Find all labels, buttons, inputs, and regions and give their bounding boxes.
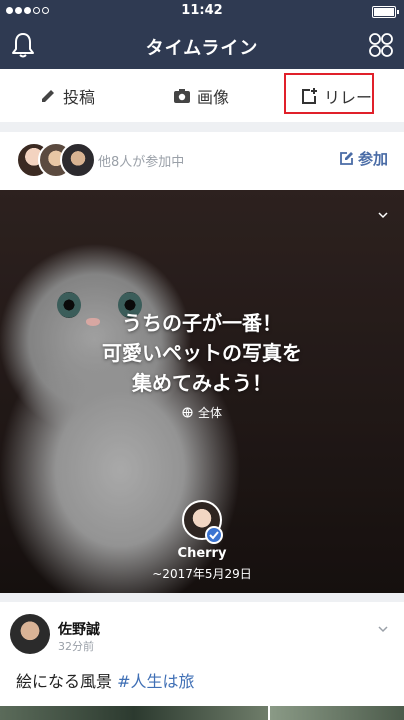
status-time: 11:42 bbox=[181, 3, 223, 18]
image-button[interactable]: 画像 bbox=[134, 69, 268, 122]
status-bar: 11:42 bbox=[0, 0, 404, 22]
relay-highlight-box bbox=[284, 73, 374, 114]
image-button-label: 画像 bbox=[196, 87, 229, 107]
chevron-down-icon[interactable] bbox=[378, 624, 388, 634]
verified-check-icon bbox=[205, 526, 223, 544]
chevron-down-icon[interactable] bbox=[378, 210, 388, 220]
post-text: 絵になる風景 #人生は旅 bbox=[16, 672, 195, 691]
avatar[interactable] bbox=[10, 614, 50, 654]
join-button-label: 参加 bbox=[357, 150, 388, 168]
post-button-label: 投稿 bbox=[62, 87, 95, 107]
relay-title: うちの子が一番！ 可愛いペットの写真を 集めてみよう！ bbox=[102, 311, 302, 395]
participants-row: 他8人が参加中 参加 bbox=[0, 132, 404, 190]
avatar bbox=[60, 142, 96, 178]
hashtag-link[interactable]: #人生は旅 bbox=[117, 672, 194, 691]
relay-author-name[interactable]: Cherry bbox=[0, 546, 404, 561]
camera-icon bbox=[173, 88, 190, 103]
join-button[interactable]: 参加 bbox=[339, 148, 388, 169]
relay-hero-card[interactable]: うちの子が一番！ 可愛いペットの写真を 集めてみよう！ 全体 Cherry ~2… bbox=[0, 190, 404, 593]
participants-count: 他8人が参加中 bbox=[98, 155, 185, 170]
post-timestamp: 32分前 bbox=[58, 640, 94, 653]
relay-scope-label: 全体 bbox=[197, 406, 222, 420]
post-author-name[interactable]: 佐野誠 bbox=[58, 619, 100, 639]
relay-date: ~2017年5月29日 bbox=[152, 567, 252, 581]
nav-bar: タイムライン bbox=[0, 22, 404, 69]
page-title: タイムライン bbox=[145, 38, 259, 59]
post-button[interactable]: 投稿 bbox=[0, 69, 134, 122]
post-image[interactable] bbox=[0, 706, 268, 720]
globe-icon bbox=[182, 407, 193, 418]
relay-scope: 全体 bbox=[0, 404, 404, 421]
apps-grid-icon[interactable] bbox=[368, 31, 394, 59]
participant-avatars[interactable] bbox=[16, 142, 96, 178]
battery-icon bbox=[372, 6, 399, 18]
pencil-icon bbox=[41, 89, 54, 102]
timeline-post: 佐野誠 32分前 絵になる風景 #人生は旅 bbox=[0, 602, 404, 720]
post-image[interactable] bbox=[270, 706, 404, 720]
edit-icon bbox=[340, 152, 353, 165]
